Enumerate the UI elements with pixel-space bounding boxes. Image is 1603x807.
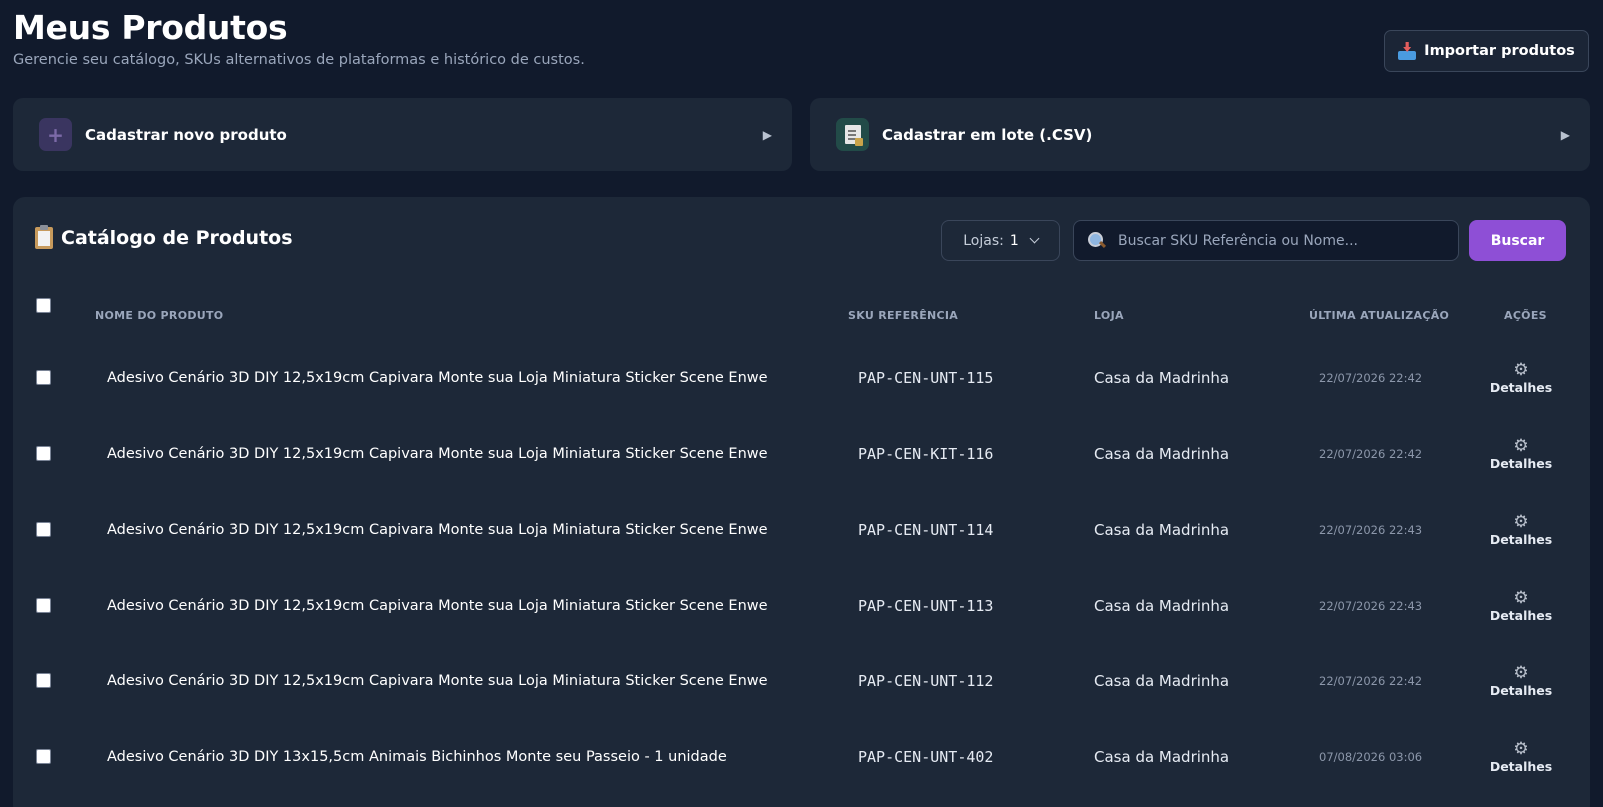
import-products-button[interactable]: Importar produtos xyxy=(1384,30,1589,72)
inbox-tray-icon xyxy=(1398,42,1417,60)
column-header-updated: ÚLTIMA ATUALIZAÇÃO xyxy=(1309,309,1450,322)
product-store: Casa da Madrinha xyxy=(1094,521,1230,539)
search-input[interactable] xyxy=(1106,221,1458,260)
details-button[interactable]: ⚙ Detalhes xyxy=(1473,643,1569,719)
details-button[interactable]: ⚙ Detalhes xyxy=(1473,568,1569,644)
row-checkbox[interactable] xyxy=(36,446,51,461)
play-arrow-icon: ▶ xyxy=(1560,127,1570,142)
search-box xyxy=(1073,220,1459,261)
catalog-panel: Catálogo de Produtos Lojas: 1 Buscar NOM… xyxy=(13,197,1590,807)
product-name: Adesivo Cenário 3D DIY 12,5x19cm Capivar… xyxy=(107,598,768,614)
product-updated: 07/08/2026 03:06 xyxy=(1319,750,1423,764)
product-name: Adesivo Cenário 3D DIY 12,5x19cm Capivar… xyxy=(107,370,768,386)
product-name: Adesivo Cenário 3D DIY 12,5x19cm Capivar… xyxy=(107,446,768,462)
table-row: Adesivo Cenário 3D DIY 12,5x19cm Capivar… xyxy=(13,340,1590,416)
row-checkbox[interactable] xyxy=(36,673,51,688)
store-filter-select[interactable]: Lojas: 1 xyxy=(941,220,1060,261)
product-name: Adesivo Cenário 3D DIY 13x15,5cm Animais… xyxy=(107,749,727,765)
search-icon xyxy=(1086,231,1106,251)
row-checkbox[interactable] xyxy=(36,522,51,537)
gear-icon: ⚙ xyxy=(1513,662,1529,683)
product-store: Casa da Madrinha xyxy=(1094,748,1230,766)
chevron-down-icon xyxy=(1029,233,1040,244)
catalog-title: Catálogo de Produtos xyxy=(35,225,293,249)
product-name: Adesivo Cenário 3D DIY 12,5x19cm Capivar… xyxy=(107,522,768,538)
new-product-label: Cadastrar novo produto xyxy=(85,125,287,144)
product-updated: 22/07/2026 22:42 xyxy=(1319,674,1423,688)
gear-icon: ⚙ xyxy=(1513,738,1529,759)
product-updated: 22/07/2026 22:42 xyxy=(1319,447,1423,461)
table-row: Adesivo Cenário 3D DIY 12,5x19cm Capivar… xyxy=(13,568,1590,644)
store-filter-label: Lojas: xyxy=(963,232,1004,249)
plus-icon: + xyxy=(39,118,72,151)
gear-icon: ⚙ xyxy=(1513,587,1529,608)
page-subtitle: Gerencie seu catálogo, SKUs alternativos… xyxy=(13,52,585,68)
product-sku: PAP-CEN-UNT-114 xyxy=(858,521,994,539)
product-sku: PAP-CEN-UNT-112 xyxy=(858,672,994,690)
details-label: Detalhes xyxy=(1489,682,1553,698)
details-label: Detalhes xyxy=(1489,607,1553,623)
new-product-card[interactable]: + Cadastrar novo produto ▶ xyxy=(13,98,792,171)
details-button[interactable]: ⚙ Detalhes xyxy=(1473,416,1569,492)
store-filter-value: 1 xyxy=(1009,232,1019,249)
gear-icon: ⚙ xyxy=(1513,435,1529,456)
details-button[interactable]: ⚙ Detalhes xyxy=(1473,492,1569,568)
product-sku: PAP-CEN-UNT-402 xyxy=(858,748,994,766)
product-sku: PAP-CEN-UNT-113 xyxy=(858,597,994,615)
row-checkbox[interactable] xyxy=(36,598,51,613)
table-row: Adesivo Cenário 3D DIY 13x15,5cm Animais… xyxy=(13,719,1590,795)
import-products-label: Importar produtos xyxy=(1424,43,1575,59)
table-row: Adesivo Cenário 3D DIY 12,5x19cm Capivar… xyxy=(13,643,1590,719)
column-header-actions: AÇÕES xyxy=(1504,309,1547,322)
batch-csv-card[interactable]: Cadastrar em lote (.CSV) ▶ xyxy=(810,98,1590,171)
details-label: Detalhes xyxy=(1489,455,1553,471)
page-title: Meus Produtos xyxy=(13,8,288,47)
column-header-sku: SKU REFERÊNCIA xyxy=(848,309,959,322)
product-store: Casa da Madrinha xyxy=(1094,672,1230,690)
table-row: Adesivo Cenário 3D DIY 12,5x19cm Capivar… xyxy=(13,492,1590,568)
table-row: Adesivo Cenário 3D DIY 12,5x19cm Capivar… xyxy=(13,416,1590,492)
product-store: Casa da Madrinha xyxy=(1094,369,1230,387)
column-header-name: NOME DO PRODUTO xyxy=(95,309,224,322)
select-all-checkbox[interactable] xyxy=(36,298,51,313)
details-button[interactable]: ⚙ Detalhes xyxy=(1473,340,1569,416)
products-page: Meus Produtos Gerencie seu catálogo, SKU… xyxy=(0,0,1603,807)
product-store: Casa da Madrinha xyxy=(1094,597,1230,615)
play-arrow-icon: ▶ xyxy=(762,127,772,142)
document-icon xyxy=(836,118,869,151)
catalog-title-text: Catálogo de Produtos xyxy=(61,227,293,249)
gear-icon: ⚙ xyxy=(1513,359,1529,380)
product-sku: PAP-CEN-KIT-116 xyxy=(858,445,994,463)
details-label: Detalhes xyxy=(1489,531,1553,547)
details-label: Detalhes xyxy=(1489,379,1553,395)
details-label: Detalhes xyxy=(1489,758,1553,774)
product-updated: 22/07/2026 22:43 xyxy=(1319,523,1423,537)
search-button[interactable]: Buscar xyxy=(1469,220,1566,261)
product-updated: 22/07/2026 22:43 xyxy=(1319,599,1423,613)
column-header-store: LOJA xyxy=(1094,309,1124,322)
row-checkbox[interactable] xyxy=(36,370,51,385)
product-updated: 22/07/2026 22:42 xyxy=(1319,371,1423,385)
clipboard-icon xyxy=(35,225,53,249)
details-button[interactable]: ⚙ Detalhes xyxy=(1473,719,1569,795)
batch-csv-label: Cadastrar em lote (.CSV) xyxy=(882,125,1093,144)
product-sku: PAP-CEN-UNT-115 xyxy=(858,369,994,387)
row-checkbox[interactable] xyxy=(36,749,51,764)
product-store: Casa da Madrinha xyxy=(1094,445,1230,463)
product-name: Adesivo Cenário 3D DIY 12,5x19cm Capivar… xyxy=(107,673,768,689)
gear-icon: ⚙ xyxy=(1513,511,1529,532)
